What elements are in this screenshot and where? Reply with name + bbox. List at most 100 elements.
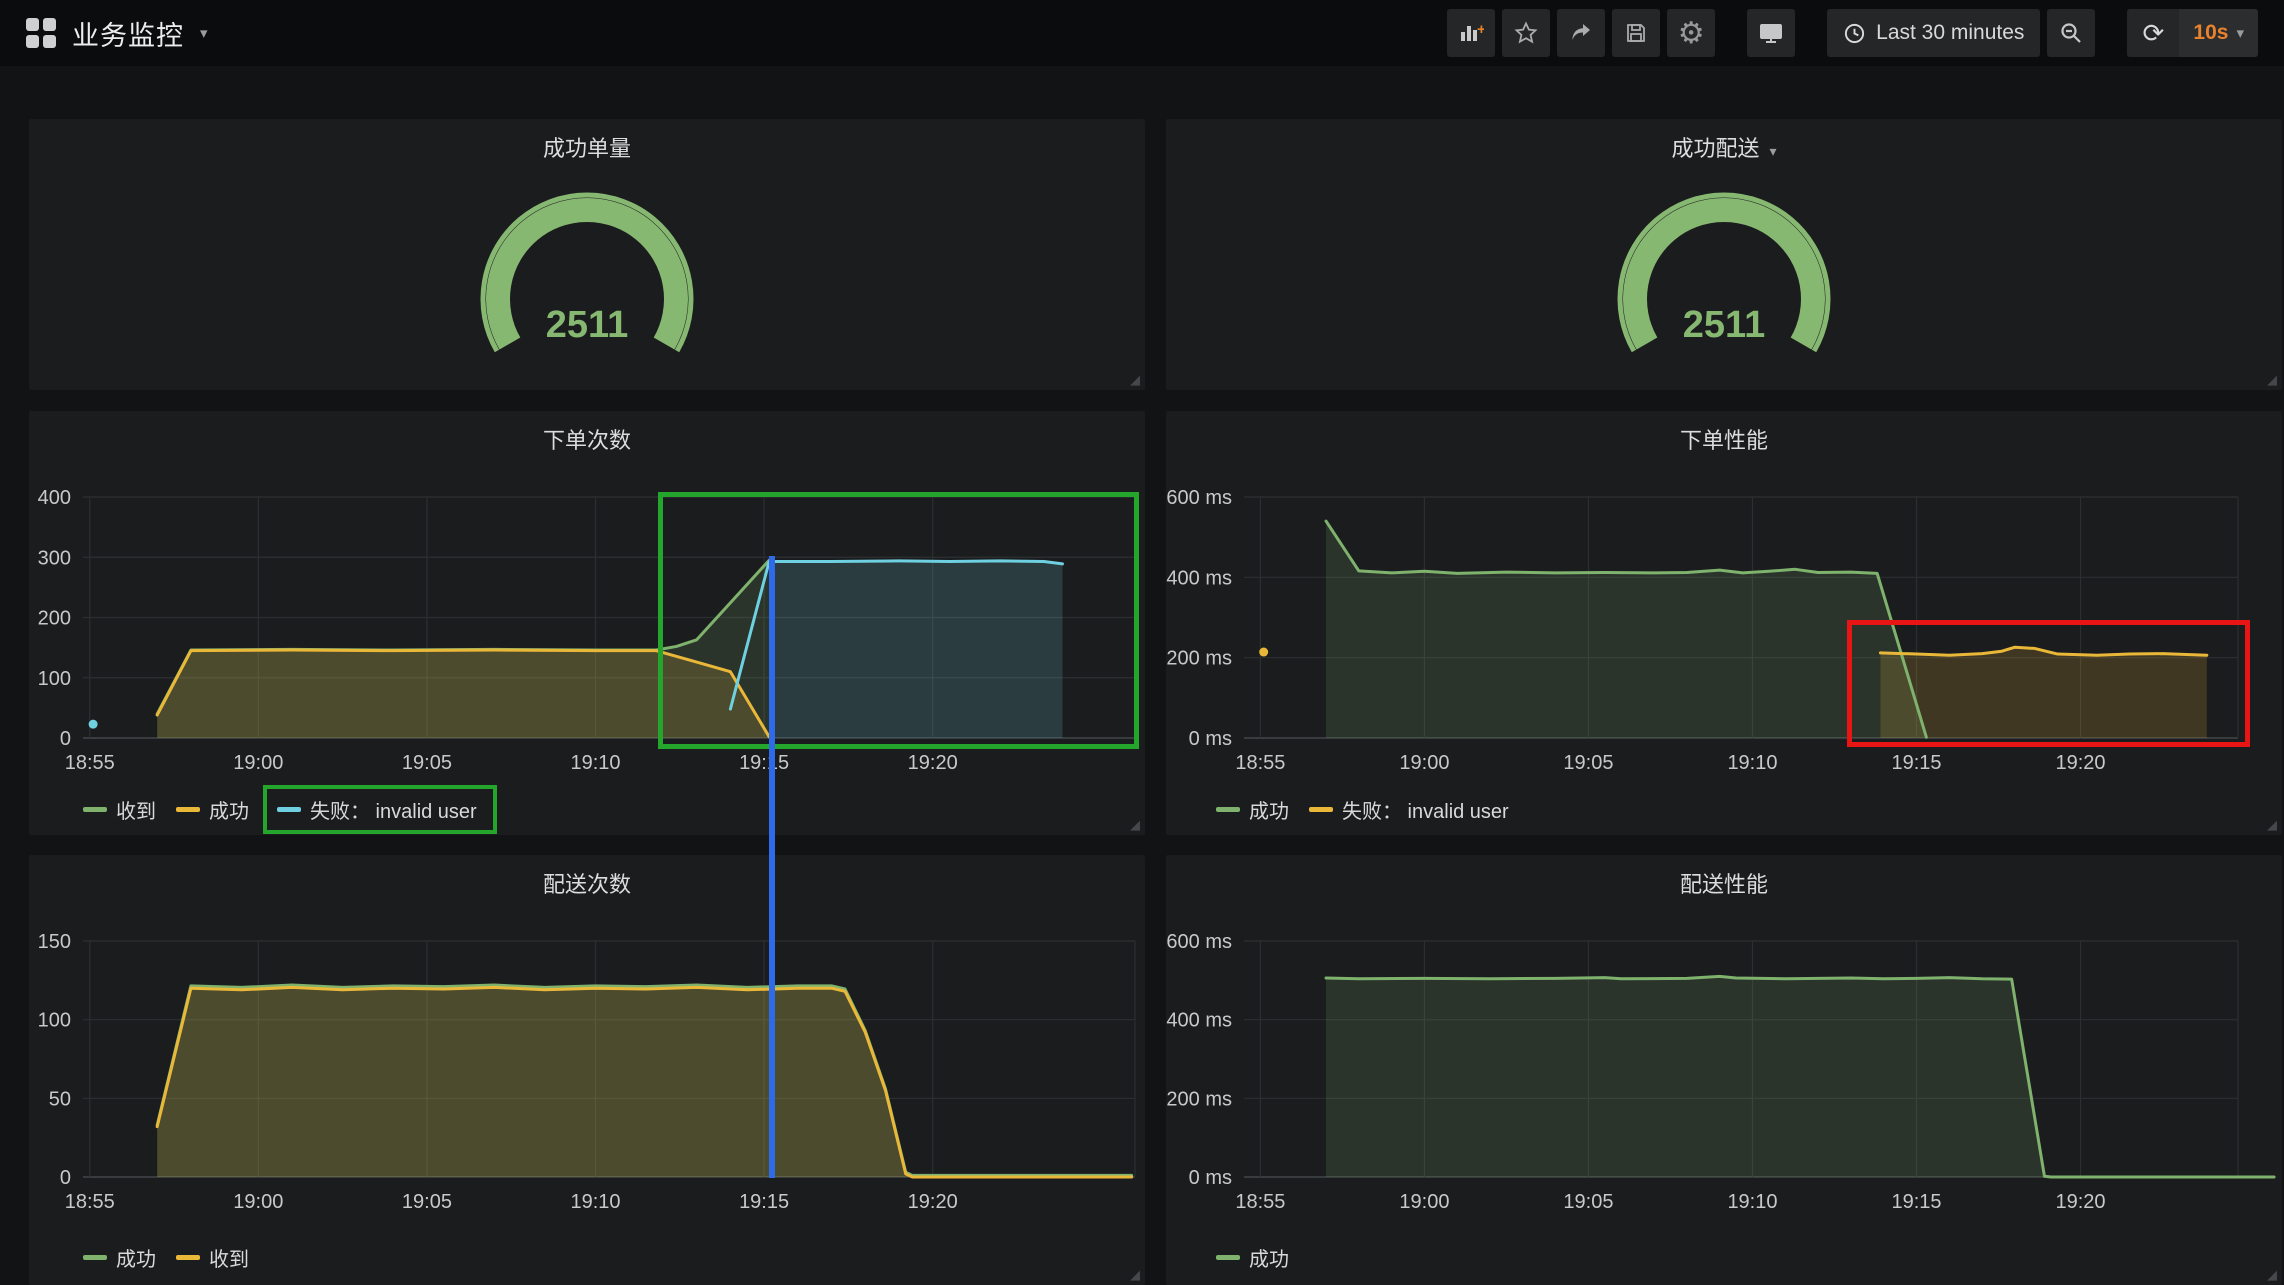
add-panel-icon: + bbox=[1458, 20, 1484, 46]
legend-series-color-icon bbox=[1216, 1255, 1240, 1260]
series-fill bbox=[157, 650, 769, 738]
y-tick-label: 150 bbox=[38, 931, 71, 953]
refresh-icon: ⟳ bbox=[2143, 18, 2165, 49]
add-panel-button[interactable]: + bbox=[1447, 9, 1495, 57]
panel-title[interactable]: 成功配送▾ bbox=[1166, 131, 2282, 163]
x-tick-label: 19:05 bbox=[1563, 752, 1613, 774]
refresh-interval-label: 10s bbox=[2193, 21, 2228, 45]
panel-order-perf: 下单性能 0 ms200 ms400 ms600 ms18:5519:0019:… bbox=[1166, 411, 2282, 835]
legend-item[interactable]: 成功 bbox=[1216, 1243, 1289, 1272]
dashboards-grid-icon[interactable] bbox=[26, 18, 56, 48]
series-fill bbox=[157, 985, 1131, 1177]
chart-legend: 成功 失败： invalid user bbox=[1216, 795, 1509, 824]
dashboard-title[interactable]: 业务监控 bbox=[72, 14, 184, 53]
y-tick-label: 300 bbox=[38, 547, 71, 569]
x-tick-label: 19:15 bbox=[739, 1191, 789, 1213]
x-tick-label: 18:55 bbox=[65, 1191, 115, 1213]
series-line bbox=[157, 985, 1131, 1175]
star-icon bbox=[1514, 21, 1538, 45]
series-fill bbox=[1326, 976, 2274, 1177]
legend-item[interactable]: 成功 bbox=[1216, 795, 1289, 824]
panel-title[interactable]: 成功单量 bbox=[29, 131, 1145, 163]
legend-item[interactable]: 成功 bbox=[176, 795, 249, 824]
panel-resize-handle[interactable]: ◢ bbox=[1130, 372, 1140, 388]
x-tick-label: 18:55 bbox=[1235, 752, 1285, 774]
series-line bbox=[730, 561, 1062, 709]
series-point bbox=[89, 720, 98, 729]
x-tick-label: 19:20 bbox=[908, 752, 958, 774]
y-tick-label: 200 bbox=[38, 608, 71, 630]
x-tick-label: 18:55 bbox=[1235, 1191, 1285, 1213]
x-tick-label: 19:20 bbox=[2056, 752, 2106, 774]
x-tick-label: 19:20 bbox=[2056, 1191, 2106, 1213]
panel-resize-handle[interactable]: ◢ bbox=[2267, 817, 2277, 833]
svg-text:+: + bbox=[1477, 21, 1484, 38]
panel-title[interactable]: 配送性能 bbox=[1166, 867, 2282, 899]
x-tick-label: 19:10 bbox=[570, 752, 620, 774]
panel-resize-handle[interactable]: ◢ bbox=[1130, 1267, 1140, 1283]
gear-icon: ⚙ bbox=[1678, 16, 1705, 51]
series-fill bbox=[157, 987, 1131, 1177]
y-tick-label: 50 bbox=[49, 1088, 71, 1110]
time-range-picker[interactable]: Last 30 minutes bbox=[1827, 9, 2040, 57]
x-tick-label: 19:00 bbox=[1399, 1191, 1449, 1213]
panel-title[interactable]: 下单次数 bbox=[29, 423, 1145, 455]
y-tick-label: 400 bbox=[38, 487, 71, 509]
panel-title-caret-icon: ▾ bbox=[1769, 143, 1776, 159]
chart-legend: 成功 bbox=[1216, 1243, 1289, 1272]
top-navbar: 业务监控 ▾ + bbox=[0, 0, 2284, 66]
time-range-label: Last 30 minutes bbox=[1876, 21, 2024, 45]
zoom-out-icon bbox=[2059, 21, 2083, 45]
legend-item[interactable]: 失败： invalid user bbox=[1309, 795, 1509, 824]
series-fill bbox=[1326, 521, 1926, 738]
x-tick-label: 19:05 bbox=[402, 1191, 452, 1213]
panel-delivery-perf: 配送性能 0 ms200 ms400 ms600 ms18:5519:0019:… bbox=[1166, 855, 2282, 1285]
share-dashboard-button[interactable] bbox=[1557, 9, 1605, 57]
save-dashboard-button[interactable] bbox=[1612, 9, 1660, 57]
legend-series-label: 收到 bbox=[209, 1243, 249, 1272]
save-icon bbox=[1624, 21, 1648, 45]
y-tick-label: 200 ms bbox=[1166, 1088, 1232, 1110]
zoom-out-time-button[interactable] bbox=[2047, 9, 2095, 57]
series-fill bbox=[157, 560, 769, 738]
legend-series-label: 成功 bbox=[209, 795, 249, 824]
dashboard-settings-button[interactable]: ⚙ bbox=[1667, 9, 1715, 57]
legend-item[interactable]: 收到 bbox=[176, 1243, 249, 1272]
refresh-interval-picker[interactable]: 10s ▾ bbox=[2179, 9, 2258, 57]
y-tick-label: 0 bbox=[60, 728, 71, 750]
legend-series-label: 失败： invalid user bbox=[1342, 795, 1509, 824]
legend-series-color-icon bbox=[83, 807, 107, 812]
panel-title[interactable]: 下单性能 bbox=[1166, 423, 2282, 455]
gauge-outer-arc bbox=[1620, 195, 1828, 351]
panel-delivery-count: 配送次数 05010015018:5519:0019:0519:1019:151… bbox=[29, 855, 1145, 1285]
series-fill bbox=[769, 561, 1062, 738]
clock-icon bbox=[1843, 22, 1866, 45]
legend-item[interactable]: 失败： invalid user bbox=[263, 785, 497, 834]
y-tick-label: 0 ms bbox=[1189, 1167, 1232, 1189]
x-tick-label: 19:05 bbox=[402, 752, 452, 774]
chart-legend: 成功 收到 bbox=[83, 1243, 249, 1272]
gauge-value: 2511 bbox=[546, 304, 628, 346]
legend-item[interactable]: 收到 bbox=[83, 795, 156, 824]
panel-order-count: 下单次数 010020030040018:5519:0019:0519:1019… bbox=[29, 411, 1145, 835]
star-dashboard-button[interactable] bbox=[1502, 9, 1550, 57]
y-tick-label: 400 ms bbox=[1166, 1010, 1232, 1032]
panel-success-delivery: 成功配送▾ 2511 ◢ bbox=[1166, 119, 2282, 390]
panel-resize-handle[interactable]: ◢ bbox=[2267, 372, 2277, 388]
y-tick-label: 200 ms bbox=[1166, 648, 1232, 670]
refresh-button[interactable]: ⟳ bbox=[2127, 9, 2179, 57]
legend-series-label: 成功 bbox=[1249, 795, 1289, 824]
series-fill bbox=[1880, 647, 2206, 738]
dashboard-title-caret-icon[interactable]: ▾ bbox=[200, 24, 208, 42]
x-tick-label: 19:10 bbox=[1727, 1191, 1777, 1213]
panel-resize-handle[interactable]: ◢ bbox=[2267, 1267, 2277, 1283]
legend-series-label: 失败： invalid user bbox=[310, 795, 477, 824]
panel-title[interactable]: 配送次数 bbox=[29, 867, 1145, 899]
legend-series-color-icon bbox=[83, 1255, 107, 1260]
panel-resize-handle[interactable]: ◢ bbox=[1130, 817, 1140, 833]
legend-item[interactable]: 成功 bbox=[83, 1243, 156, 1272]
refresh-controls: ⟳ 10s ▾ bbox=[2127, 9, 2258, 57]
gauge-arc bbox=[1635, 210, 1813, 344]
cycle-view-mode-button[interactable] bbox=[1747, 9, 1795, 57]
series-line bbox=[157, 650, 769, 737]
